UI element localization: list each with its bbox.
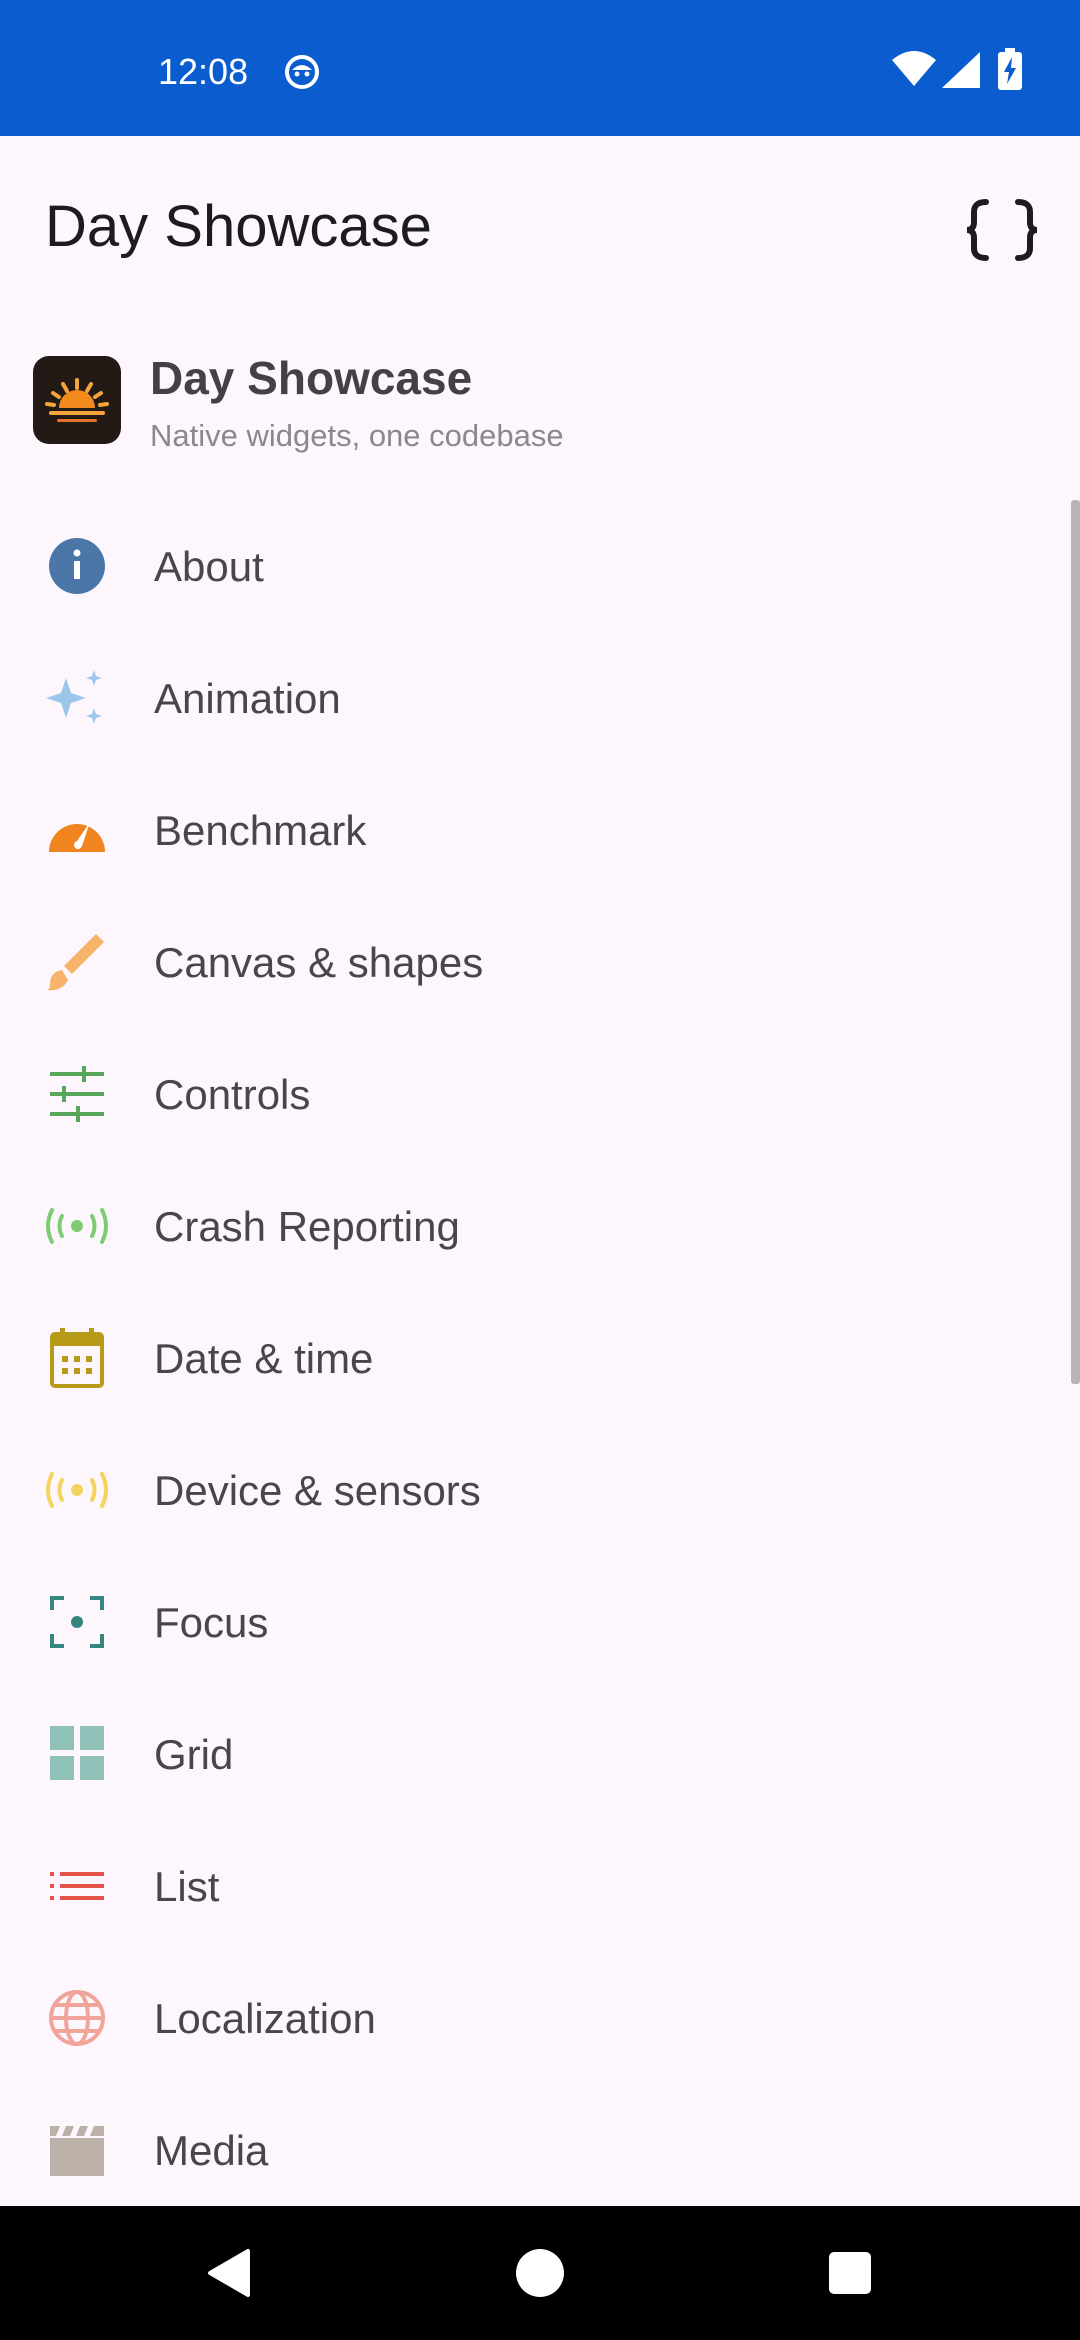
recents-icon	[829, 2252, 871, 2294]
menu-item-localization[interactable]: Localization	[0, 1952, 1060, 2084]
page-title: Day Showcase	[45, 194, 432, 259]
back-button[interactable]	[168, 2206, 288, 2340]
menu-item-label: Media	[154, 2127, 269, 2174]
navigation-menu: About Animation Benchmark Canvas & shape…	[0, 500, 1080, 2206]
recents-button[interactable]	[790, 2206, 910, 2340]
menu-item-media[interactable]: Media	[0, 2084, 1060, 2206]
home-icon	[516, 2249, 564, 2297]
list-icon	[42, 1856, 112, 1916]
menu-item-label: Animation	[154, 675, 341, 722]
menu-item-label: Crash Reporting	[154, 1203, 460, 1250]
sunrise-logo-icon	[33, 356, 121, 444]
system-nav-bar	[0, 2206, 1080, 2340]
sparkles-icon	[42, 668, 112, 728]
sensor-icon	[42, 1460, 112, 1520]
code-view-button[interactable]	[954, 182, 1050, 278]
menu-item-grid[interactable]: Grid	[0, 1688, 1060, 1820]
broadcast-icon	[42, 1196, 112, 1256]
globe-icon	[42, 1988, 112, 2048]
app-notification-icon	[283, 53, 321, 91]
menu-item-canvas-shapes[interactable]: Canvas & shapes	[0, 896, 1060, 1028]
sliders-icon	[42, 1064, 112, 1124]
menu-item-label: Localization	[154, 1995, 376, 2042]
menu-item-label: Date & time	[154, 1335, 374, 1382]
menu-item-label: Canvas & shapes	[154, 939, 484, 986]
status-bar: 12:08	[0, 0, 1080, 136]
drawer-app-subtitle: Native widgets, one codebase	[150, 418, 564, 453]
drawer-header: Day Showcase Native widgets, one codebas…	[0, 340, 1080, 470]
menu-item-label: Grid	[154, 1731, 234, 1778]
cell-signal-icon	[942, 52, 980, 88]
menu-item-label: About	[154, 543, 264, 590]
scrollbar[interactable]	[1071, 500, 1080, 1384]
menu-item-list[interactable]: List	[0, 1820, 1060, 1952]
menu-item-label: Focus	[154, 1599, 269, 1646]
menu-item-label: List	[154, 1863, 220, 1910]
menu-item-label: Device & sensors	[154, 1467, 481, 1514]
menu-item-benchmark[interactable]: Benchmark	[0, 764, 1060, 896]
calendar-icon	[42, 1328, 112, 1388]
menu-item-label: Controls	[154, 1071, 311, 1118]
menu-item-label: Benchmark	[154, 807, 367, 854]
menu-item-focus[interactable]: Focus	[0, 1556, 1060, 1688]
grid-icon	[42, 1724, 112, 1784]
menu-item-animation[interactable]: Animation	[0, 632, 1060, 764]
paintbrush-icon	[42, 932, 112, 992]
menu-item-about[interactable]: About	[0, 500, 1060, 632]
menu-item-crash-reporting[interactable]: Crash Reporting	[0, 1160, 1060, 1292]
wifi-icon	[892, 51, 936, 86]
menu-item-device-sensors[interactable]: Device & sensors	[0, 1424, 1060, 1556]
menu-item-controls[interactable]: Controls	[0, 1028, 1060, 1160]
clapperboard-icon	[42, 2120, 112, 2180]
status-icons	[880, 0, 1080, 136]
back-icon	[208, 2249, 250, 2297]
menu-item-date-time[interactable]: Date & time	[0, 1292, 1060, 1424]
drawer-app-name: Day Showcase	[150, 352, 473, 404]
speedometer-icon	[42, 800, 112, 860]
battery-charging-icon	[998, 48, 1022, 90]
code-braces-icon	[966, 199, 1038, 261]
app-bar: Day Showcase	[0, 136, 1080, 316]
focus-icon	[42, 1592, 112, 1652]
info-icon	[42, 536, 112, 596]
home-button[interactable]	[480, 2206, 600, 2340]
status-time: 12:08	[158, 51, 249, 92]
